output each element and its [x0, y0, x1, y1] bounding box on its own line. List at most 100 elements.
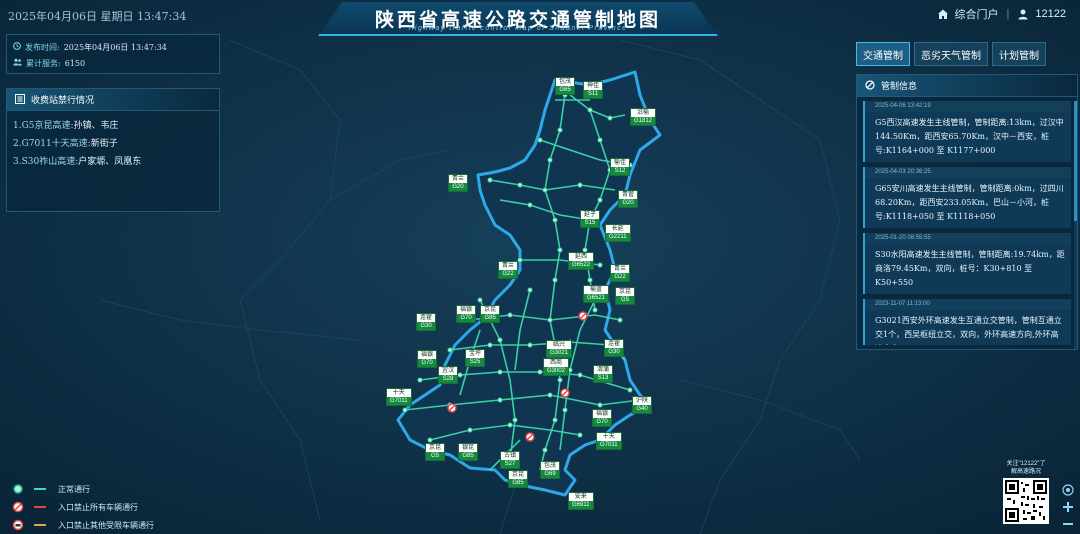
road-label[interactable]: 延子 S15: [580, 210, 601, 228]
road-label[interactable]: 宝坪 S25: [465, 349, 486, 367]
road-label[interactable]: 青兰 G20: [448, 174, 469, 192]
road-label-name: 安来: [574, 494, 587, 500]
road-label-name: 京昆: [512, 472, 525, 478]
page-subtitle: Highway traffic control map of Shaanxi P…: [408, 25, 628, 32]
tab-traffic-control[interactable]: 交通管制: [856, 42, 910, 66]
road-label-name: 银昆: [462, 445, 475, 451]
road-label[interactable]: 十天 G7011: [386, 388, 412, 406]
road-label-code: G85: [459, 452, 478, 460]
road-label[interactable]: 宜汉 S28: [438, 366, 459, 384]
user-link[interactable]: 12122: [1035, 8, 1066, 20]
road-label[interactable]: 青管 G20: [618, 190, 639, 208]
control-item[interactable]: 2025-04-06 13:42:19 G5西汉高速发生主线管制，管制距离:13…: [863, 101, 1071, 162]
road-label-name: 京昆: [619, 289, 632, 295]
control-info-panel: 管制信息 2025-04-06 13:42:19 G5西汉高速发生主线管制，管制…: [856, 74, 1078, 350]
road-label-name: 西商: [550, 360, 563, 366]
qr-box: 关注"12122"了 解高速路况: [998, 460, 1054, 532]
road-label-code: G5: [616, 296, 635, 304]
toll-panel-title: 收费站禁行情况: [31, 95, 95, 105]
road-label-code: G65: [556, 86, 575, 94]
road-label-code: G6911: [569, 501, 593, 509]
road-label[interactable]: 福银 G70: [592, 409, 613, 427]
control-item[interactable]: 2025-01-20 08:55:55 S30水阳高速发生主线管制，管制距离:1…: [863, 233, 1071, 294]
road-label-code: G20: [619, 199, 638, 207]
road-label-code: G2211: [606, 233, 630, 241]
road-label[interactable]: 福银 G70: [456, 305, 477, 323]
road-label[interactable]: 京昆 G85: [480, 305, 501, 323]
road-label[interactable]: 西商 G3002: [543, 358, 570, 376]
control-item[interactable]: 2025-04-03 20:36:25 G65安川高速发生主线管制，管制距离:0…: [863, 167, 1071, 228]
road-label[interactable]: 沪陕 G40: [632, 396, 653, 414]
control-time: 2025-01-20 08:55:55: [865, 233, 1071, 244]
road-label[interactable]: 京昆 G85: [508, 470, 529, 488]
road-label[interactable]: 临兴 G3021: [546, 340, 573, 358]
road-label-code: S15: [581, 219, 600, 227]
toll-stations: 户家塬、凤凰东: [78, 157, 142, 167]
road-label-name: 京昆: [484, 307, 497, 313]
top-right-nav: 综合门户 | 12122: [937, 6, 1066, 22]
road-label[interactable]: 安来 G6911: [568, 492, 594, 510]
home-icon[interactable]: [937, 8, 949, 20]
road-label-name: 沪陕: [636, 398, 649, 404]
restricted-entry-icon: [12, 519, 24, 531]
road-label-name: 青兰: [452, 176, 465, 182]
road-label[interactable]: 长延 G2211: [605, 224, 631, 242]
road-label[interactable]: 青兰 G22: [610, 264, 631, 282]
served-label: 累计服务:: [26, 58, 61, 68]
toll-list: 1.G5京昆高速:孙镇、韦庄 2.G7011十天高速:新街子 3.S30祚山高速…: [7, 111, 219, 177]
road-label[interactable]: 银昆 G85: [458, 443, 479, 461]
toll-item: 3.S30祚山高速:户家塬、凤凰东: [13, 153, 213, 171]
road-label[interactable]: 榆佳 S12: [610, 158, 631, 176]
road-label-name: 青兰: [502, 263, 515, 269]
control-tabs: 交通管制 恶劣天气管制 计划管制: [856, 42, 1046, 66]
road-label[interactable]: 连霍G30: [604, 339, 625, 357]
toll-item: 2.G7011十天高速:新街子: [13, 135, 213, 153]
road-label[interactable]: 延西 G6522: [568, 252, 595, 270]
road-label-name: 连霍: [608, 341, 621, 347]
qr-caption-line1: 关注"12122"了: [1006, 461, 1046, 467]
info-panel: 发布时间: 2025年04月06日 13:47:34 累计服务: 6150: [6, 34, 220, 74]
normal-node-icon: [12, 483, 24, 495]
road-label[interactable]: 京昆G5: [425, 443, 446, 461]
tab-weather-control[interactable]: 恶劣天气管制: [914, 42, 988, 66]
scrollbar-thumb[interactable]: [1074, 101, 1077, 221]
road-label-name: 京昆: [429, 445, 442, 451]
portal-link[interactable]: 综合门户: [955, 6, 999, 22]
restricted-line-swatch: [34, 524, 46, 526]
control-text: G3021西安外环高速发生互通立交管制，管制互通立交1个，西吴枢纽立交，双向，外…: [875, 316, 1062, 345]
toll-stations: 孙镇、韦庄: [73, 121, 119, 131]
control-list[interactable]: 2025-04-06 13:42:19 G5西汉高速发生主线管制，管制距离:13…: [857, 97, 1077, 345]
title-plate: 陕西省高速公路交通管制地图 Highway traffic control ma…: [318, 2, 718, 36]
zoom-in-button[interactable]: [1060, 499, 1076, 515]
tab-planned-control[interactable]: 计划管制: [992, 42, 1046, 66]
control-time: 2023-11-07 11:13:00: [865, 299, 1071, 310]
road-label[interactable]: 榆蓝 G6521: [583, 285, 610, 303]
road-label-name: 十天: [392, 390, 405, 396]
control-scrollbar[interactable]: [1074, 101, 1077, 349]
road-label[interactable]: 十天 G7011: [596, 432, 622, 450]
road-label[interactable]: 渭蒲 S13: [593, 365, 614, 383]
legend-label: 正常通行: [58, 484, 90, 494]
road-label[interactable]: 古镇 S27: [500, 451, 521, 469]
road-label[interactable]: 连霍G30: [416, 313, 437, 331]
road-label[interactable]: 京昆G5: [615, 287, 636, 305]
road-label-name: 延西: [575, 254, 588, 260]
road-label-code: G70: [593, 418, 612, 426]
road-label[interactable]: 沿榆 G1812: [630, 108, 657, 126]
road-label[interactable]: 神佳 S11: [583, 81, 604, 99]
road-label[interactable]: 青兰 G22: [498, 261, 519, 279]
user-icon[interactable]: [1017, 8, 1029, 20]
header: 2025年04月06日 星期日 13:47:34 陕西省高速公路交通管制地图 H…: [0, 0, 1080, 36]
zoom-out-button[interactable]: [1060, 516, 1076, 532]
road-label[interactable]: 福银 G70: [417, 350, 438, 368]
publish-label: 发布时间:: [25, 42, 60, 52]
legend-item-closed-restricted: 入口禁止其他受限车辆通行: [12, 516, 212, 534]
road-label[interactable]: 包茂 G69: [540, 461, 561, 479]
toll-road: 3.S30祚山高速:: [13, 157, 79, 167]
road-label-name: 临兴: [553, 342, 566, 348]
road-label-code: G40: [633, 405, 652, 413]
locate-button[interactable]: [1060, 482, 1076, 498]
road-label[interactable]: 包茂 G65: [555, 77, 576, 95]
toll-station-panel: 收费站禁行情况 1.G5京昆高速:孙镇、韦庄 2.G7011十天高速:新街子 3…: [6, 88, 220, 212]
control-item[interactable]: 2023-11-07 11:13:00 G3021西安外环高速发生互通立交管制，…: [863, 299, 1071, 345]
